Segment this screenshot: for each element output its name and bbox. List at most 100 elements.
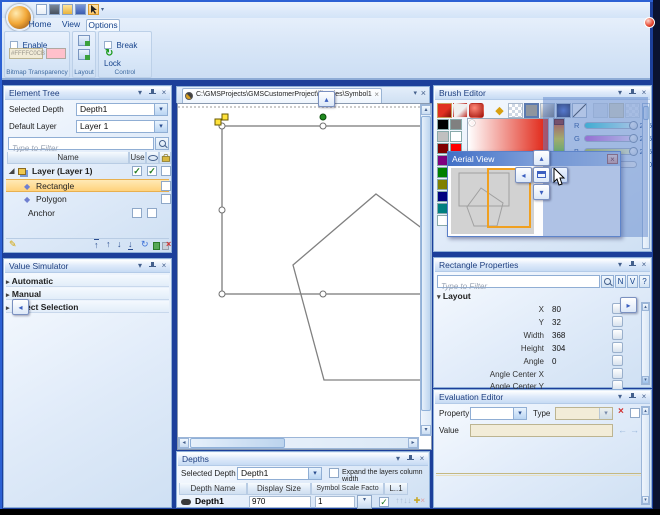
tree-filter-search-button[interactable]	[155, 137, 169, 150]
move-down-icon[interactable]: ↓	[117, 239, 122, 249]
tree-row-rectangle[interactable]: ◆ Rectangle	[6, 179, 169, 192]
evaluate-checkbox[interactable]	[612, 355, 623, 366]
evaluate-checkbox[interactable]	[612, 316, 623, 327]
scroll-up-icon[interactable]: ▴	[642, 407, 649, 415]
depths-header-l1[interactable]: L..1	[384, 483, 408, 495]
simulator-item-manual[interactable]: ▸ Manual	[6, 288, 169, 300]
close-window-button[interactable]	[644, 17, 655, 28]
properties-filter-box[interactable]	[437, 275, 600, 288]
next-arrow-icon[interactable]: →	[630, 425, 639, 435]
prev-arrow-icon[interactable]: ←	[618, 425, 627, 435]
properties-search-button[interactable]	[601, 275, 614, 288]
paste-element-icon[interactable]	[153, 242, 160, 250]
delete-icon[interactable]: ×	[166, 239, 171, 249]
anchor-handle[interactable]	[215, 119, 221, 125]
close-panel-icon[interactable]: ×	[639, 392, 649, 402]
dock-left-indicator[interactable]: ◂	[12, 299, 29, 315]
transparency-color-swatch[interactable]	[46, 48, 66, 59]
layer-use-checkbox[interactable]: ✓	[132, 166, 142, 176]
scroll-left-icon[interactable]: ◂	[179, 438, 189, 448]
palette-swatch[interactable]	[450, 131, 462, 142]
default-layer-combo[interactable]: Layer 1▾	[76, 120, 168, 133]
gradient-ball-icon[interactable]	[469, 103, 484, 118]
layout-section-header[interactable]: ▾ Layout	[437, 291, 637, 303]
tabbar-close-icon[interactable]: ×	[421, 88, 426, 98]
palette-swatch[interactable]	[437, 119, 449, 130]
layout-export-icon[interactable]	[78, 49, 90, 60]
polygon-lock-checkbox[interactable]	[161, 194, 171, 204]
palette-swatch[interactable]	[450, 119, 462, 130]
move-top-icon[interactable]: ↑	[94, 239, 99, 250]
close-panel-icon[interactable]: ×	[417, 454, 427, 464]
close-panel-icon[interactable]: ×	[639, 260, 649, 270]
chevron-down-icon[interactable]: ▾	[599, 408, 612, 419]
dock-right-indicator[interactable]: ▸	[620, 297, 637, 313]
anchor-handle-2[interactable]	[222, 114, 228, 120]
refresh-icon[interactable]: ↻	[105, 48, 113, 59]
palette-swatch[interactable]	[437, 131, 449, 142]
close-panel-icon[interactable]: ×	[159, 88, 169, 98]
layout-save-icon[interactable]	[78, 35, 90, 46]
rotation-handle[interactable]	[320, 114, 326, 120]
select-cursor-icon[interactable]	[88, 4, 99, 15]
tree-row-layer[interactable]: ◢ Layer (Layer 1) ✓ ✓	[6, 165, 169, 178]
value-field[interactable]	[470, 424, 613, 437]
canvas-vscrollbar[interactable]: ▴ ▾	[420, 104, 432, 436]
depth-bottom-icon[interactable]: ↓	[407, 496, 411, 505]
simulator-item-object-selection[interactable]: ▸ Object Selection	[6, 301, 169, 313]
dock-center-button[interactable]	[533, 167, 550, 183]
selected-depth-combo[interactable]: Depth1▾	[76, 103, 168, 116]
tree-filter-box[interactable]	[8, 137, 154, 150]
layer-visible-checkbox[interactable]: ✓	[147, 166, 157, 176]
tab-home[interactable]: Home	[25, 19, 55, 30]
close-panel-icon[interactable]: ×	[159, 261, 169, 271]
filter-value-button[interactable]: V	[627, 275, 638, 288]
chevron-down-icon[interactable]: ▾	[154, 104, 167, 115]
dock-up-button[interactable]: ▴	[533, 150, 550, 166]
tab-view[interactable]: View	[58, 19, 84, 30]
tab-options[interactable]: Options	[86, 19, 120, 31]
scroll-up-icon[interactable]: ▴	[421, 105, 431, 115]
anchor-use-checkbox[interactable]	[132, 208, 142, 218]
pin-icon[interactable]	[627, 260, 637, 270]
move-bottom-icon[interactable]: ↓	[128, 239, 133, 250]
anchor-visible-checkbox[interactable]	[147, 208, 157, 218]
dock-top-indicator[interactable]: ▴	[318, 91, 335, 107]
expander-icon[interactable]: ◢	[9, 165, 14, 178]
evaluate-checkbox[interactable]	[612, 342, 623, 353]
chevron-down-icon[interactable]: ▾	[513, 408, 526, 419]
depth-delete-icon[interactable]: ×	[420, 496, 425, 505]
tree-header-use[interactable]: Use	[129, 152, 146, 164]
bottom-left-handle[interactable]	[219, 291, 225, 297]
depth-row[interactable]: Depth1 970 1 ▾ ✓	[179, 496, 429, 508]
pen-icon[interactable]	[453, 103, 468, 118]
expand-layers-checkbox[interactable]	[329, 468, 339, 478]
scroll-down-icon[interactable]: ▾	[642, 496, 649, 504]
bottom-center-handle[interactable]	[320, 291, 326, 297]
menu-chevron-icon[interactable]: ▾	[135, 88, 145, 98]
edit-icon[interactable]: ✎	[9, 239, 17, 250]
new-document-icon[interactable]	[36, 4, 47, 15]
scroll-right-icon[interactable]: ▸	[408, 438, 418, 448]
tab-list-chevron-icon[interactable]: ▾	[413, 89, 417, 97]
tree-header-name[interactable]: Name	[7, 152, 129, 164]
properties-scrollbar[interactable]: ▴ ▾	[641, 302, 650, 385]
brush-icon[interactable]	[437, 103, 452, 118]
qat-overflow-chevron[interactable]: ▾	[101, 6, 104, 13]
scroll-down-icon[interactable]: ▾	[642, 376, 649, 384]
type-combo[interactable]: ▾	[555, 407, 613, 420]
property-combo[interactable]: ▾	[470, 407, 527, 420]
drawing-canvas[interactable]	[177, 103, 432, 450]
polygon-shape[interactable]	[293, 194, 421, 380]
menu-chevron-icon[interactable]: ▾	[615, 392, 625, 402]
solid-fill-icon[interactable]	[524, 103, 539, 118]
no-fill-pattern-icon[interactable]	[508, 103, 523, 118]
depth-scale-field[interactable]: 1	[315, 496, 355, 508]
tree-header-visibility[interactable]	[146, 152, 159, 164]
open-folder-icon[interactable]	[62, 4, 73, 15]
tree-header-lock[interactable]	[159, 152, 171, 164]
vscroll-thumb[interactable]	[421, 116, 431, 411]
refresh-icon[interactable]: ↻	[141, 239, 149, 250]
rectangle-lock-checkbox[interactable]	[161, 181, 171, 191]
depth-display-size-field[interactable]: 970	[249, 496, 311, 508]
